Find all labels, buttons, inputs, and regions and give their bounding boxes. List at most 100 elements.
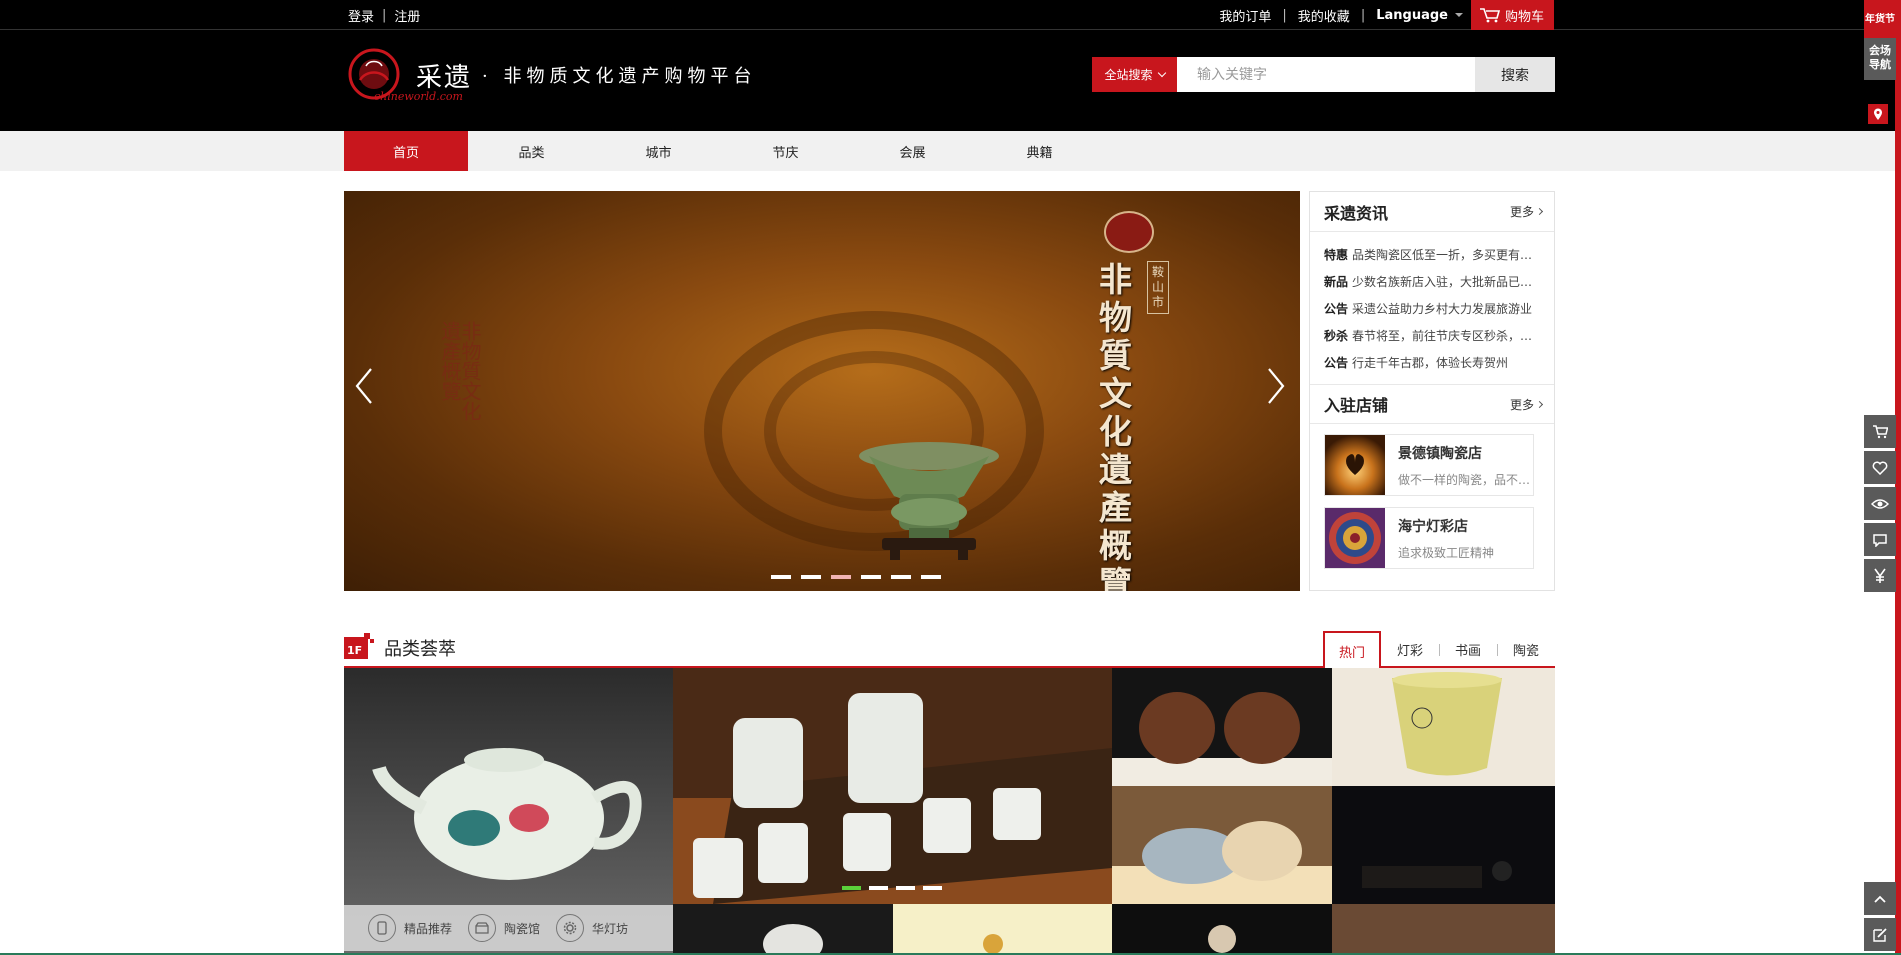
divider: | [382, 7, 387, 23]
cart-icon [1873, 424, 1888, 438]
location-pin-icon[interactable] [1868, 104, 1888, 124]
side-bottom-tools [1864, 882, 1896, 954]
floor-badge-text: 1F [347, 644, 362, 657]
product-image-sculpture[interactable] [1112, 786, 1332, 904]
logo-url: chineworld.com [374, 90, 463, 103]
subnav-label: 华灯坊 [592, 921, 629, 936]
product-image-tea-set[interactable] [673, 668, 1112, 904]
more-label: 更多 [1509, 397, 1534, 412]
subnav-item-featured[interactable]: 精品推荐 [368, 914, 452, 942]
side-chat-button[interactable] [1864, 523, 1896, 556]
shop-card[interactable]: 海宁灯彩店 追求极致工匠精神 [1324, 507, 1534, 569]
slider-dot[interactable] [869, 886, 888, 890]
subnav-item-ceramics-hall[interactable]: 陶瓷馆 [468, 914, 540, 942]
side-favorites-button[interactable] [1864, 451, 1896, 484]
news-tag: 特惠 [1324, 248, 1349, 262]
login-link[interactable]: 登录 [348, 6, 374, 25]
cart-icon [1479, 8, 1501, 23]
news-text: 春节将至，前往节庆专区秒杀，… [1352, 329, 1533, 343]
register-link[interactable]: 注册 [394, 6, 420, 25]
shop-card[interactable]: 景德镇陶瓷店 做不一样的陶瓷，品不… [1324, 434, 1534, 496]
product-image-figurines[interactable] [1112, 668, 1332, 786]
news-more-link[interactable]: 更多 [1510, 203, 1544, 220]
nav-item-exhibition[interactable]: 会展 [849, 131, 976, 171]
news-text: 行走千年古郡，体验长寿贺州 [1352, 356, 1509, 370]
product-image-ceramic[interactable] [673, 904, 893, 955]
chevron-down-icon [1157, 68, 1166, 77]
banner-title: 非物質文化遺產概覽 [1099, 260, 1132, 592]
subnav-item-lantern-workshop[interactable]: 华灯坊 [556, 914, 628, 942]
venue-nav-widget[interactable]: 年货节 会场导航 [1864, 0, 1896, 80]
search-bar: 全站搜索 搜索 [1092, 57, 1555, 92]
cart-button[interactable]: 购物车 [1470, 0, 1554, 30]
language-label: Language [1376, 7, 1448, 23]
edit-icon [1873, 927, 1887, 942]
nav-item-category[interactable]: 品类 [468, 131, 595, 171]
nav-item-festival[interactable]: 节庆 [722, 131, 849, 171]
my-orders-link[interactable]: 我的订单 [1219, 6, 1271, 25]
product-image-lantern[interactable] [893, 904, 1112, 955]
floor-title: 品类荟萃 [384, 639, 456, 660]
carousel-dot[interactable] [831, 575, 851, 579]
site-header: 采遗 · 非物质文化遗产购物平台 chineworld.com 全站搜索 搜索 [0, 30, 1901, 131]
carousel-next-icon[interactable] [1266, 366, 1286, 406]
side-history-button[interactable] [1864, 487, 1896, 520]
floor-tabs: 热门 灯彩 书画 陶瓷 [1323, 631, 1555, 670]
news-title: 采遗资讯 [1324, 203, 1389, 223]
hero-carousel[interactable]: 非物質文化遺產概覽 非物質文化遺產概覽 鞍山市 [344, 191, 1300, 591]
news-text: 品类陶瓷区低至一折，多买更有… [1352, 248, 1533, 262]
eye-icon [1871, 498, 1889, 509]
search-scope-dropdown[interactable]: 全站搜索 [1092, 57, 1177, 92]
carousel-dot[interactable] [921, 575, 941, 579]
side-tools [1864, 415, 1896, 595]
festival-badge: 年货节 [1864, 0, 1896, 38]
news-text: 少数名族新店入驻，大批新品已… [1352, 275, 1533, 289]
site-logo[interactable]: 采遗 · 非物质文化遗产购物平台 chineworld.com [346, 46, 756, 104]
product-image-craft[interactable] [1332, 904, 1555, 955]
subnav-label: 陶瓷馆 [504, 921, 541, 936]
language-dropdown[interactable]: Language [1376, 8, 1463, 23]
carousel-dot[interactable] [891, 575, 911, 579]
carousel-dot[interactable] [771, 575, 791, 579]
nav-item-home[interactable]: 首页 [344, 131, 468, 171]
tab-lantern[interactable]: 灯彩 [1381, 631, 1439, 668]
shops-more-link[interactable]: 更多 [1509, 396, 1544, 413]
product-image-incense[interactable] [1332, 786, 1555, 904]
tab-painting[interactable]: 书画 [1439, 631, 1497, 668]
news-item[interactable]: 公告 采遗公益助力乡村大力发展旅游业 [1324, 296, 1540, 323]
news-header: 采遗资讯 更多 [1310, 192, 1554, 232]
carousel-dot[interactable] [861, 575, 881, 579]
product-image-statue[interactable] [1112, 904, 1332, 955]
divider: | [1282, 7, 1287, 23]
divider: | [1360, 7, 1366, 23]
news-item[interactable]: 公告 行走千年古郡，体验长寿贺州 [1324, 350, 1540, 377]
slider-dot[interactable] [842, 886, 861, 890]
carousel-prev-icon[interactable] [354, 366, 374, 406]
slider-dot[interactable] [923, 886, 942, 890]
carousel-dot[interactable] [801, 575, 821, 579]
shops-header: 入驻店铺 更多 [1310, 384, 1554, 424]
search-button[interactable]: 搜索 [1475, 57, 1555, 92]
product-image-cup[interactable] [1332, 668, 1555, 786]
news-item[interactable]: 新品 少数名族新店入驻，大批新品已… [1324, 269, 1540, 296]
side-coupon-button[interactable] [1864, 559, 1896, 592]
nav-item-city[interactable]: 城市 [595, 131, 722, 171]
my-favorites-link[interactable]: 我的收藏 [1298, 6, 1350, 25]
cart-label: 购物车 [1504, 9, 1544, 25]
banner-city-label: 鞍山市 [1147, 261, 1169, 314]
news-item[interactable]: 秒杀 春节将至，前往节庆专区秒杀，… [1324, 323, 1540, 350]
news-item[interactable]: 特惠 品类陶瓷区低至一折，多买更有… [1324, 242, 1540, 269]
heart-icon [1872, 461, 1888, 475]
back-to-top-button[interactable] [1864, 882, 1896, 915]
nav-item-classics[interactable]: 典籍 [976, 131, 1103, 171]
info-panel: 采遗资讯 更多 特惠 品类陶瓷区低至一折，多买更有… 新品 少数名族新店入驻，大批新… [1309, 191, 1555, 591]
tab-ceramics[interactable]: 陶瓷 [1497, 631, 1555, 668]
feedback-button[interactable] [1864, 918, 1896, 951]
slider-dot[interactable] [896, 886, 915, 890]
side-cart-button[interactable] [1864, 415, 1896, 448]
tab-hot[interactable]: 热门 [1323, 631, 1381, 670]
news-tag: 新品 [1324, 275, 1349, 289]
floor-badge-icon: 1F [344, 633, 374, 659]
search-input[interactable] [1177, 57, 1475, 92]
user-links: 我的订单 | 我的收藏 | Language 购物车 [1219, 0, 1554, 30]
